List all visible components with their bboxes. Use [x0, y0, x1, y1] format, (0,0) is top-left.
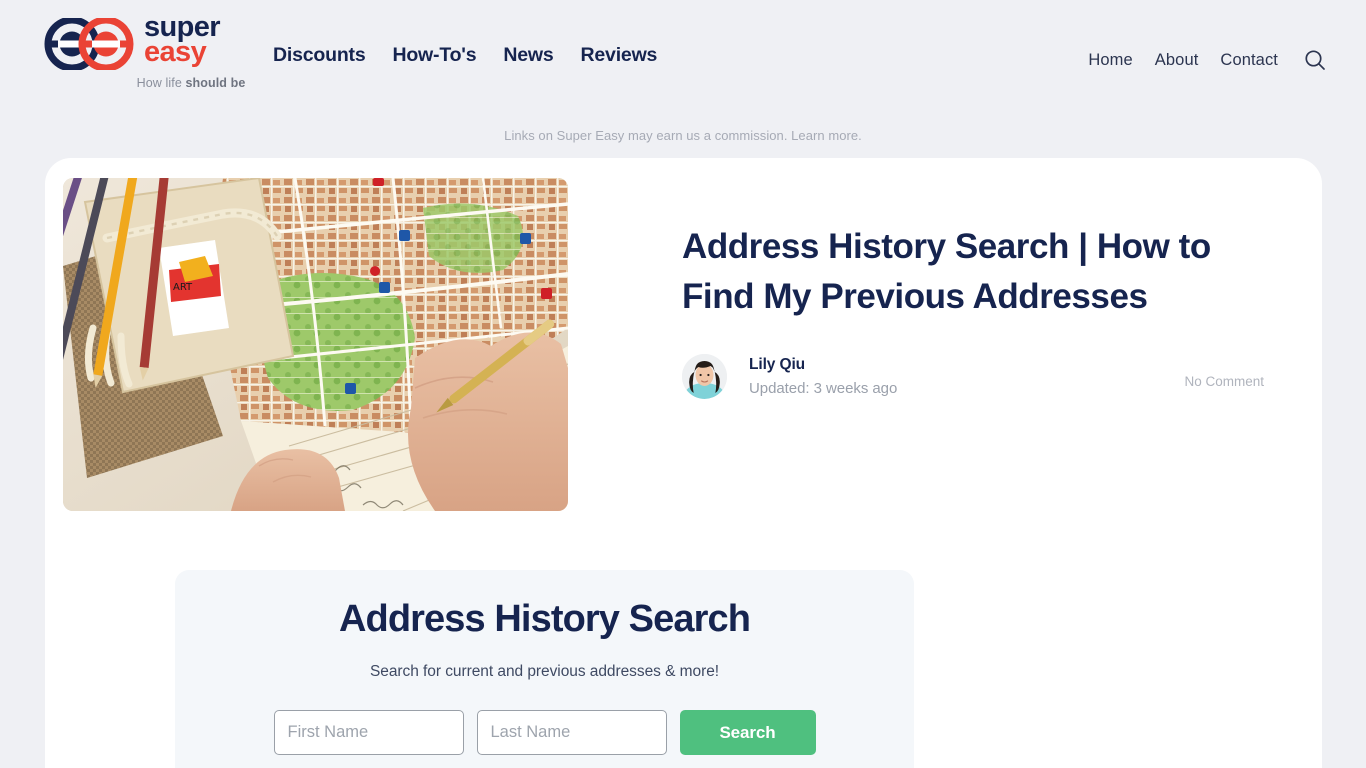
- widget-subtitle: Search for current and previous addresse…: [369, 663, 720, 680]
- nav-item-home[interactable]: Home: [1088, 51, 1132, 70]
- address-search-widget: Address History Search Search for curren…: [175, 570, 914, 768]
- brand-logo[interactable]: super easy How life should be: [44, 13, 304, 90]
- primary-navigation: Discounts How-To's News Reviews: [273, 44, 657, 67]
- article-card: ART Address History Search | How to Find…: [45, 158, 1322, 768]
- nav-item-news[interactable]: News: [503, 44, 553, 67]
- article-header: Address History Search | How to Find My …: [682, 222, 1292, 399]
- nav-item-how-tos[interactable]: How-To's: [392, 44, 476, 67]
- author-name[interactable]: Lily Qiu: [749, 356, 897, 374]
- brand-tagline: How life should be: [44, 76, 304, 90]
- tagline-bold: should be: [185, 76, 246, 90]
- search-icon[interactable]: [1302, 47, 1328, 73]
- disclaimer-text: Links on Super Easy may earn us a commis…: [504, 128, 792, 143]
- disclaimer-learn-more-link[interactable]: Learn more.: [791, 128, 862, 143]
- last-name-input[interactable]: [476, 710, 667, 755]
- site-header: super easy How life should be Discounts …: [0, 0, 1366, 118]
- author-avatar[interactable]: [682, 353, 727, 399]
- page-title: Address History Search | How to Find My …: [682, 227, 1211, 316]
- nav-item-about[interactable]: About: [1155, 51, 1199, 70]
- svg-text:ART: ART: [173, 282, 193, 293]
- widget-title: Address History Search: [338, 598, 751, 640]
- article-hero-image: ART: [63, 178, 568, 511]
- nav-item-discounts[interactable]: Discounts: [273, 44, 366, 67]
- affiliate-disclaimer: Links on Super Easy may earn us a commis…: [0, 128, 1366, 143]
- secondary-navigation: Home About Contact: [1088, 47, 1328, 73]
- tagline-regular: How life: [136, 76, 186, 90]
- brand-wordmark: super easy: [144, 13, 221, 68]
- nav-item-reviews[interactable]: Reviews: [581, 44, 658, 67]
- updated-date: Updated: 3 weeks ago: [749, 379, 898, 397]
- search-submit-button[interactable]: Search: [679, 710, 816, 755]
- byline: Lily Qiu Updated: 3 weeks ago No Comment: [682, 353, 1292, 399]
- first-name-input[interactable]: [273, 710, 464, 755]
- search-form: Search: [175, 710, 914, 755]
- brand-word-easy: easy: [144, 35, 207, 68]
- comment-count[interactable]: No Comment: [1184, 374, 1264, 389]
- double-e-logo-icon: [44, 16, 138, 72]
- nav-item-contact[interactable]: Contact: [1220, 51, 1278, 70]
